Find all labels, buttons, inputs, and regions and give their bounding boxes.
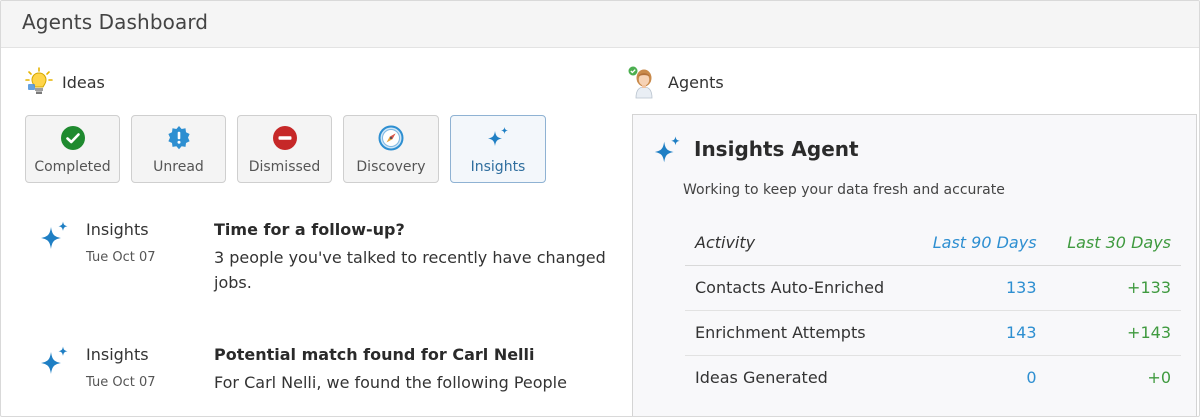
item-source: Insights bbox=[86, 220, 149, 239]
row-value-90[interactable]: 0 bbox=[912, 355, 1046, 400]
row-label: Enrichment Attempts bbox=[685, 310, 913, 356]
ideas-filter-tabs: Completed Unread Dismissed Discovery Ins… bbox=[25, 115, 557, 183]
lightbulb-icon bbox=[25, 67, 53, 97]
item-source: Insights bbox=[86, 345, 149, 364]
tab-unread[interactable]: Unread bbox=[131, 115, 226, 183]
column-header-activity: Activity bbox=[685, 221, 913, 266]
dashboard-frame: Agents Dashboard Ideas Completed Unread … bbox=[0, 0, 1200, 417]
table-row: Enrichment Attempts 143 +143 bbox=[685, 310, 1181, 356]
insights-agent-panel: Insights Agent Working to keep your data… bbox=[632, 114, 1197, 416]
sparkle-icon bbox=[651, 135, 683, 167]
item-date: Tue Oct 07 bbox=[86, 250, 156, 265]
row-label: Ideas Generated bbox=[695, 368, 828, 388]
row-value-90[interactable]: 133 bbox=[912, 265, 1047, 311]
table-row: Contacts Auto-Enriched 133 +133 bbox=[685, 265, 1181, 311]
tab-label: Completed bbox=[34, 159, 111, 175]
agent-avatar-icon bbox=[627, 65, 659, 99]
sparkle-icon bbox=[485, 125, 511, 151]
column-header-90-days: Last 90 Days bbox=[912, 221, 1047, 266]
tab-label: Unread bbox=[153, 159, 204, 175]
tab-dismissed[interactable]: Dismissed bbox=[237, 115, 332, 183]
check-circle-icon bbox=[60, 125, 86, 151]
tab-completed[interactable]: Completed bbox=[25, 115, 120, 183]
tab-insights[interactable]: Insights bbox=[450, 115, 546, 183]
agent-stats-table: Activity Last 90 Days Last 30 Days Conta… bbox=[685, 221, 1181, 400]
minus-circle-icon bbox=[272, 125, 298, 151]
page-title: Agents Dashboard bbox=[22, 10, 209, 34]
tab-discovery[interactable]: Discovery bbox=[343, 115, 439, 183]
agents-section-header: Agents bbox=[627, 65, 724, 99]
column-header-30-days: Last 30 Days bbox=[1046, 221, 1181, 266]
row-value-30: +0 bbox=[1147, 368, 1171, 388]
table-row: Ideas Generated 0 +0 bbox=[685, 355, 1181, 400]
ideas-section-header: Ideas bbox=[25, 67, 105, 97]
tab-label: Discovery bbox=[356, 159, 426, 175]
item-title[interactable]: Time for a follow-up? bbox=[214, 220, 405, 239]
row-value-90[interactable]: 143 bbox=[912, 310, 1047, 356]
row-value-30: +143 bbox=[1046, 310, 1181, 356]
agent-subtitle: Working to keep your data fresh and accu… bbox=[683, 182, 1005, 198]
item-title[interactable]: Potential match found for Carl Nelli bbox=[214, 345, 535, 364]
agents-label: Agents bbox=[668, 72, 724, 92]
agent-title: Insights Agent bbox=[694, 137, 859, 161]
item-description: For Carl Nelli, we found the following P… bbox=[214, 373, 567, 392]
sparkle-icon bbox=[37, 345, 71, 379]
tab-label: Dismissed bbox=[248, 159, 321, 175]
header-bar: Agents Dashboard bbox=[1, 1, 1199, 48]
table-header-row: Activity Last 90 Days Last 30 Days bbox=[685, 221, 1181, 266]
compass-icon bbox=[378, 125, 404, 151]
ideas-label: Ideas bbox=[62, 72, 105, 92]
list-item[interactable]: Insights Tue Oct 07 Time for a follow-up… bbox=[37, 220, 617, 300]
item-date: Tue Oct 07 bbox=[86, 375, 156, 390]
list-item[interactable]: Insights Tue Oct 07 Potential match foun… bbox=[37, 345, 617, 405]
item-description: 3 people you've talked to recently have … bbox=[214, 248, 606, 292]
sparkle-icon bbox=[37, 220, 71, 254]
row-value-30: +133 bbox=[1046, 265, 1181, 311]
alert-badge-icon bbox=[166, 125, 192, 151]
tab-label: Insights bbox=[470, 159, 526, 175]
row-label: Contacts Auto-Enriched bbox=[685, 265, 913, 311]
